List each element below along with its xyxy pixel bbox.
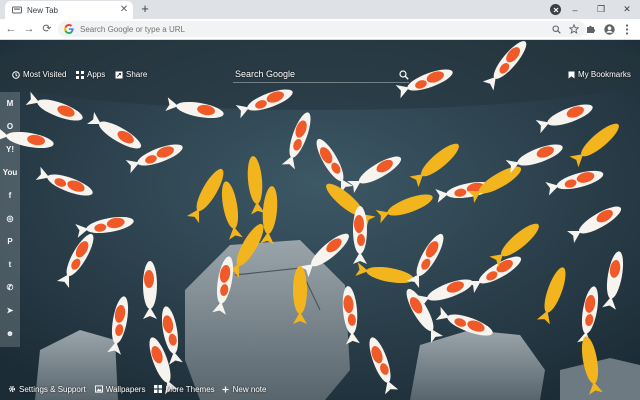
profile-avatar-icon[interactable] (600, 22, 618, 36)
bottom-bar: Settings & Support Wallpapers More Theme… (0, 382, 266, 396)
new-note-link[interactable]: New note (222, 384, 267, 394)
tab-title: New Tab (27, 5, 58, 15)
most-visited-label: Most Visited (23, 70, 67, 79)
zoom-search-icon[interactable] (550, 23, 562, 35)
social-link[interactable]: ☻ (0, 322, 20, 345)
more-themes-label: More Themes (165, 384, 215, 394)
pinterest-icon: P (7, 237, 13, 246)
social-link[interactable]: f (0, 184, 20, 207)
google-g-icon (64, 24, 74, 34)
new-note-label: New note (232, 384, 267, 394)
social-link[interactable]: M (0, 92, 20, 115)
bookmark-icon (567, 71, 575, 79)
wallpapers-label: Wallpapers (105, 384, 146, 394)
social-link[interactable]: ➤ (0, 299, 20, 322)
back-button[interactable]: ← (4, 22, 18, 36)
more-themes-link[interactable]: More Themes (154, 384, 215, 394)
search-underline (233, 82, 409, 83)
window-controls: – ❐ ✕ (562, 0, 640, 19)
social-link[interactable]: You (0, 161, 20, 184)
menu-kebab-icon[interactable] (618, 22, 636, 36)
media-indicator-icon[interactable] (550, 4, 561, 15)
image-icon (94, 385, 103, 393)
apps-grid-icon (76, 70, 84, 79)
youtube-icon: You (2, 168, 18, 177)
tab-strip: New Tab ✕ + – ❐ ✕ (0, 0, 640, 19)
share-icon (115, 71, 123, 79)
reload-button[interactable]: ⟳ (40, 22, 54, 36)
minimize-button[interactable]: – (562, 0, 588, 19)
omnibox-input[interactable] (80, 24, 544, 34)
reddit-icon: ☻ (5, 329, 15, 338)
bookmark-star-icon[interactable] (568, 23, 580, 35)
new-tab-page: Most Visited Apps Share My Bookmarks M O Y… (0, 40, 640, 400)
social-link[interactable]: t (0, 253, 20, 276)
social-link[interactable]: ✆ (0, 276, 20, 299)
page-search-input[interactable] (233, 66, 409, 82)
social-link[interactable]: Y! (0, 138, 20, 161)
gear-icon (8, 385, 16, 393)
settings-support-link[interactable]: Settings & Support (8, 385, 86, 394)
koi-pond-wallpaper (0, 40, 640, 400)
tab-new-tab[interactable]: New Tab ✕ (5, 1, 133, 19)
apps-label: Apps (87, 70, 106, 79)
tab-close-icon[interactable]: ✕ (119, 5, 129, 15)
my-bookmarks-label: My Bookmarks (578, 70, 631, 79)
gmail-icon: M (6, 99, 14, 108)
new-tab-button[interactable]: + (138, 2, 152, 16)
share-label: Share (126, 70, 148, 79)
outlook-icon: O (6, 122, 14, 131)
apps-link[interactable]: Apps (76, 70, 105, 79)
social-link[interactable]: ◎ (0, 207, 20, 230)
share-link[interactable]: Share (115, 70, 147, 79)
telegram-icon: ➤ (6, 306, 14, 315)
themes-grid-icon (154, 385, 163, 393)
history-clock-icon (12, 70, 20, 79)
restore-button[interactable]: ❐ (588, 0, 614, 19)
most-visited-link[interactable]: Most Visited (12, 70, 66, 79)
page-search-box (233, 64, 409, 83)
my-bookmarks-link[interactable]: My Bookmarks (567, 70, 631, 79)
toolbar-right (582, 22, 636, 36)
omnibox[interactable] (58, 21, 586, 37)
yahoo-icon: Y! (6, 145, 14, 154)
search-icon[interactable] (399, 67, 409, 80)
newtab-favicon-icon (12, 6, 22, 14)
social-sidebar: M O Y! You f ◎ Pt ✆ ➤ ☻ (0, 92, 20, 347)
social-link[interactable]: P (0, 230, 20, 253)
settings-support-label: Settings & Support (19, 384, 86, 394)
facebook-icon: f (8, 191, 12, 200)
whatsapp-icon: ✆ (6, 283, 14, 292)
extensions-puzzle-icon[interactable] (582, 22, 600, 36)
close-window-button[interactable]: ✕ (614, 0, 640, 19)
forward-button[interactable]: → (22, 22, 36, 36)
twitter-icon: t (8, 260, 12, 269)
browser-toolbar: ← → ⟳ (0, 19, 640, 40)
wallpapers-link[interactable]: Wallpapers (94, 384, 146, 394)
social-link[interactable]: O (0, 115, 20, 138)
plus-icon (222, 385, 230, 393)
instagram-icon: ◎ (6, 214, 14, 223)
